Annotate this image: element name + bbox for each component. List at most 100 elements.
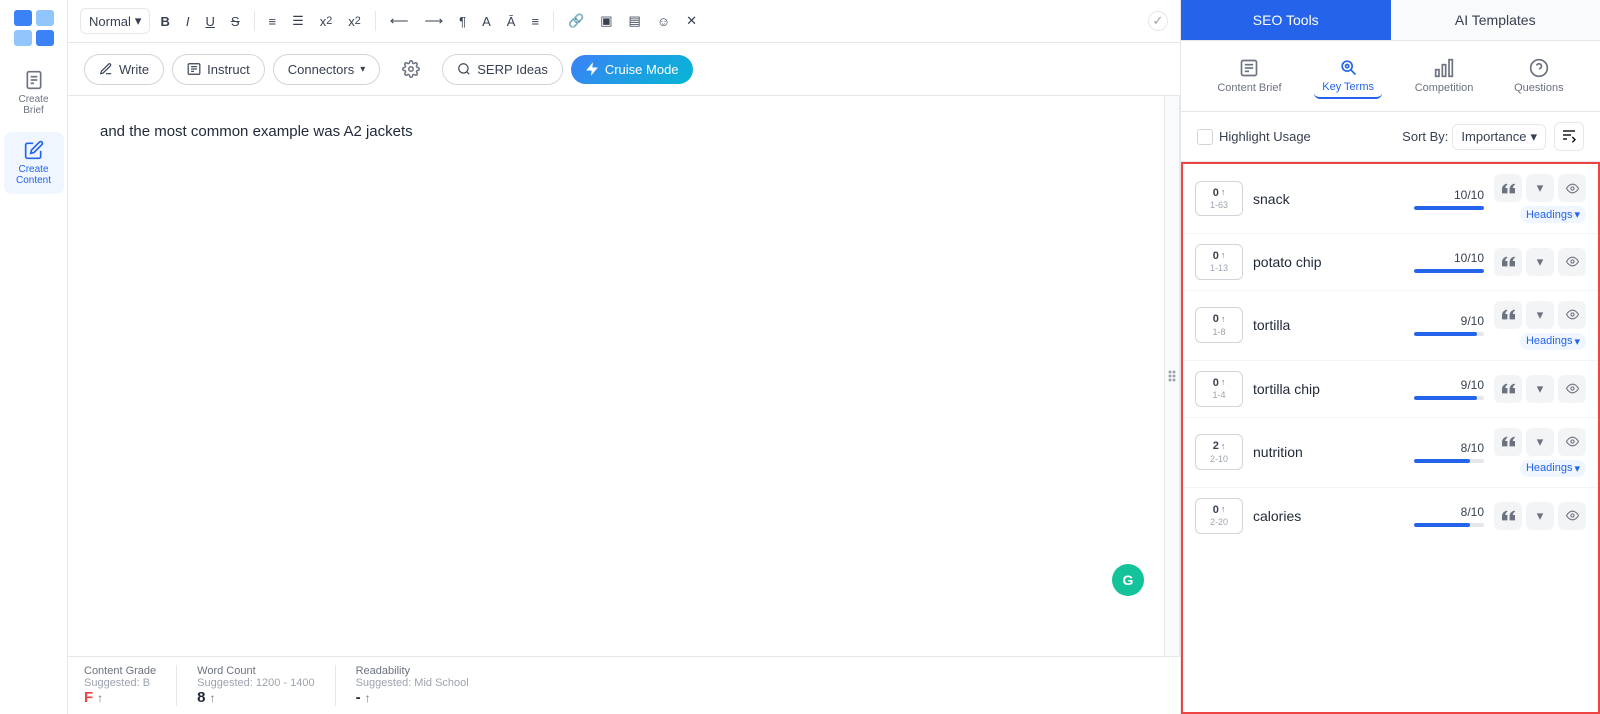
term-count-badge[interactable]: 0 ↑ 1-63 (1195, 181, 1243, 217)
term-quote-button[interactable] (1494, 248, 1522, 276)
align-right-button[interactable]: ⟶ (418, 9, 449, 33)
term-right-section: ▾ (1494, 375, 1586, 403)
headings-tag[interactable]: Headings▾ (1520, 333, 1586, 350)
clear-format-button[interactable]: ✕ (680, 9, 703, 33)
tab-ai-templates[interactable]: AI Templates (1391, 0, 1600, 40)
highlight-button[interactable]: Ā (501, 10, 522, 33)
term-count-badge[interactable]: 0 ↑ 2-20 (1195, 498, 1243, 534)
highlight-checkbox-box[interactable] (1197, 129, 1213, 145)
sidebar-item-create-content[interactable]: Create Content (4, 132, 64, 194)
term-count-range: 2-20 (1210, 517, 1228, 529)
term-count-badge[interactable]: 0 ↑ 1-4 (1195, 371, 1243, 407)
nav-questions[interactable]: Questions (1506, 54, 1572, 98)
text-align-button[interactable]: ≡ (525, 10, 545, 33)
term-expand-button[interactable]: ▾ (1526, 502, 1554, 530)
settings-button[interactable] (388, 53, 434, 85)
headings-tag[interactable]: Headings▾ (1520, 460, 1586, 477)
headings-label: Headings (1526, 335, 1572, 347)
term-name: nutrition (1253, 444, 1394, 460)
term-expand-button[interactable]: ▾ (1526, 375, 1554, 403)
count-up-arrow-icon: ↑ (1221, 314, 1226, 326)
term-expand-button[interactable]: ▾ (1526, 248, 1554, 276)
ordered-list-button[interactable]: ≡ (263, 10, 283, 33)
term-score-bar (1414, 206, 1484, 210)
paragraph-button[interactable]: ¶ (453, 10, 472, 33)
filter-sort-icon-button[interactable] (1554, 122, 1584, 151)
term-expand-button[interactable]: ▾ (1526, 428, 1554, 456)
format-style-select[interactable]: Normal ▾ (80, 8, 150, 34)
term-view-button[interactable] (1558, 174, 1586, 202)
align-left-button[interactable]: ⟵ (384, 9, 415, 33)
term-view-button[interactable] (1558, 248, 1586, 276)
unordered-list-button[interactable]: ☰ (286, 9, 310, 33)
font-color-button[interactable]: A (476, 10, 497, 33)
nav-key-terms[interactable]: Key Terms (1314, 53, 1382, 99)
key-terms-icon (1338, 57, 1358, 77)
strikethrough-button[interactable]: S (225, 10, 246, 33)
term-row: 2 ↑ 2-10 nutrition 8/10 ▾ (1183, 418, 1598, 488)
bold-button[interactable]: B (154, 10, 175, 33)
quote-icon (1502, 382, 1515, 395)
emoji-button[interactable]: ☺ (651, 10, 676, 33)
word-count-stat: Word Count Suggested: 1200 - 1400 8 ↑ (197, 665, 335, 706)
highlight-usage-toggle[interactable]: Highlight Usage (1197, 129, 1311, 145)
sort-caret-icon: ▾ (1530, 129, 1537, 145)
term-name: snack (1253, 191, 1394, 207)
term-expand-button[interactable]: ▾ (1526, 301, 1554, 329)
link-button[interactable]: 🔗 (562, 9, 590, 33)
sidebar-item-create-brief[interactable]: Create Brief (4, 62, 64, 124)
write-button[interactable]: Write (84, 54, 164, 85)
instruct-button[interactable]: Instruct (172, 54, 265, 85)
grade-letter: F (84, 689, 93, 706)
term-expand-button[interactable]: ▾ (1526, 174, 1554, 202)
term-count-badge[interactable]: 2 ↑ 2-10 (1195, 434, 1243, 470)
sort-by-select[interactable]: Importance ▾ (1452, 124, 1546, 150)
term-count-range: 1-4 (1212, 390, 1225, 402)
grammarly-badge[interactable]: G (1112, 564, 1144, 596)
term-view-button[interactable] (1558, 301, 1586, 329)
sort-by-control[interactable]: Sort By: Importance ▾ (1402, 124, 1546, 150)
nav-competition[interactable]: Competition (1407, 54, 1482, 98)
term-view-button[interactable] (1558, 375, 1586, 403)
term-quote-button[interactable] (1494, 375, 1522, 403)
resize-handle[interactable] (1164, 96, 1180, 656)
count-up-arrow-icon: ↑ (1221, 441, 1226, 453)
italic-button[interactable]: I (180, 10, 196, 33)
term-view-button[interactable] (1558, 502, 1586, 530)
readability-stat: Readability Suggested: Mid School - ↑ (356, 665, 489, 706)
tab-seo-tools[interactable]: SEO Tools (1181, 0, 1391, 40)
term-count-badge[interactable]: 0 ↑ 1-8 (1195, 307, 1243, 343)
top-tabs: SEO Tools AI Templates (1181, 0, 1600, 41)
term-quote-button[interactable] (1494, 174, 1522, 202)
term-score-fill (1414, 269, 1484, 273)
left-sidebar: Create Brief Create Content (0, 0, 68, 714)
headings-tag[interactable]: Headings▾ (1520, 206, 1586, 223)
headings-caret-icon: ▾ (1574, 335, 1580, 348)
cruise-mode-button[interactable]: Cruise Mode (571, 55, 693, 84)
term-quote-button[interactable] (1494, 502, 1522, 530)
nav-content-brief[interactable]: Content Brief (1209, 54, 1289, 98)
term-view-button[interactable] (1558, 428, 1586, 456)
count-up-arrow-icon: ↑ (1221, 377, 1226, 389)
nav-key-terms-label: Key Terms (1322, 81, 1374, 93)
image-button[interactable]: ▣ (594, 9, 618, 33)
table-button[interactable]: ▤ (623, 9, 647, 33)
term-count-badge[interactable]: 0 ↑ 1-13 (1195, 244, 1243, 280)
bottom-stats-bar: Content Grade Suggested: B F ↑ Word Coun… (68, 656, 1180, 714)
term-score-area: 10/10 (1404, 251, 1484, 273)
term-count-range: 1-13 (1210, 263, 1228, 275)
superscript-button[interactable]: x2 (342, 10, 367, 33)
term-quote-button[interactable] (1494, 428, 1522, 456)
subscript-button[interactable]: x2 (314, 10, 339, 33)
word-count-value: 8 ↑ (197, 689, 314, 706)
term-right-section: ▾ Headings▾ (1494, 301, 1586, 350)
check-button[interactable]: ✓ (1148, 11, 1168, 31)
readability-label: Readability (356, 665, 469, 677)
connectors-button[interactable]: Connectors ▾ (273, 54, 381, 85)
term-quote-button[interactable] (1494, 301, 1522, 329)
editor-content-area[interactable]: and the most common example was A2 jacke… (68, 96, 1164, 656)
serp-ideas-button[interactable]: SERP Ideas (442, 54, 563, 85)
right-panel: SEO Tools AI Templates Content Brief Key… (1180, 0, 1600, 714)
underline-button[interactable]: U (199, 10, 220, 33)
competition-icon (1434, 58, 1454, 78)
